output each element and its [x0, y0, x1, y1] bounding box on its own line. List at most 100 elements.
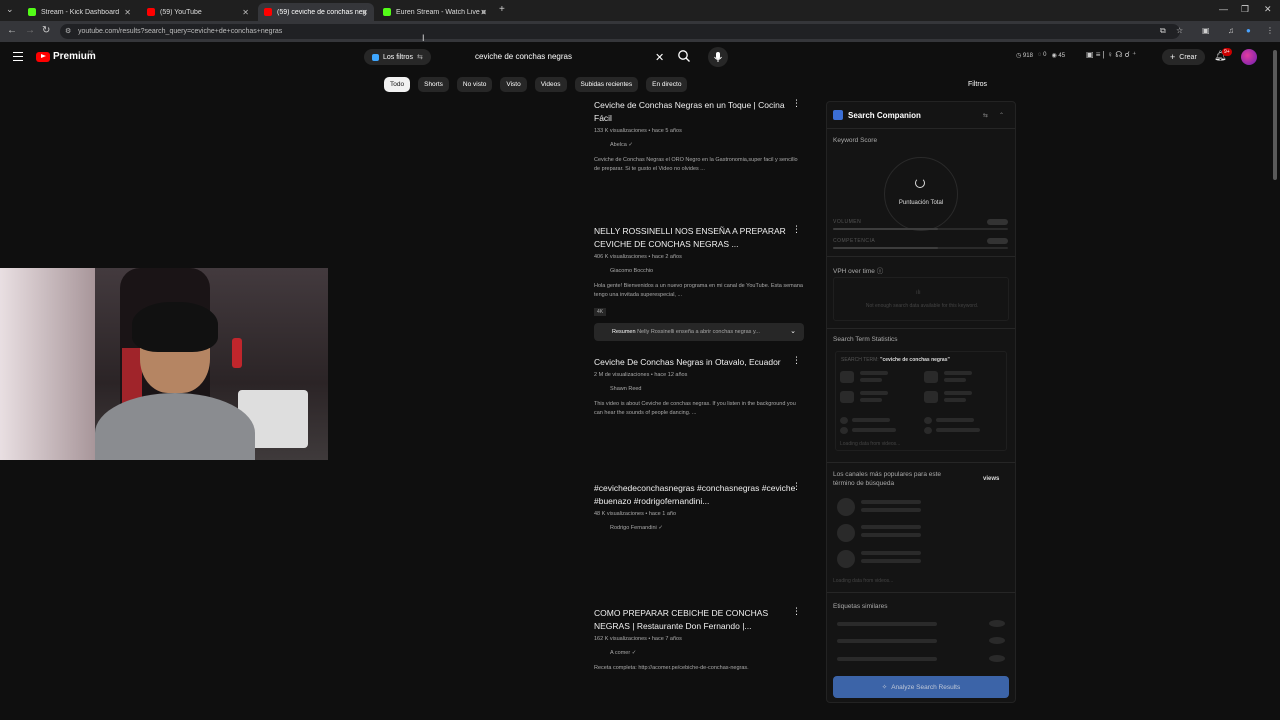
skeleton [936, 418, 974, 422]
url-field[interactable]: ⚙ youtube.com/results?search_query=cevic… [60, 24, 1180, 39]
more-options-icon[interactable]: ⋮ [792, 224, 801, 235]
chip-shorts[interactable]: Shorts [418, 77, 449, 92]
skeleton [924, 391, 938, 403]
skeleton [840, 427, 848, 434]
result-description: This video is about Ceviche de conchas n… [594, 401, 796, 416]
hamburger-menu-icon[interactable] [13, 52, 23, 61]
chip-en-directo[interactable]: En directo [646, 77, 688, 92]
avatar[interactable] [1241, 49, 1257, 65]
close-tab-icon[interactable]: ✕ [124, 8, 131, 17]
skeleton [840, 417, 848, 424]
score-gauge [884, 157, 958, 231]
collapse-icon[interactable]: ⌃ [999, 112, 1004, 119]
ai-summary-bar[interactable]: Resumen Nelly Rossinelli enseña a abrir … [594, 323, 804, 341]
divider [827, 462, 1015, 463]
skeleton [924, 427, 932, 434]
skeleton [860, 371, 888, 375]
more-options-icon[interactable]: ⋮ [792, 355, 801, 366]
browser-menu-icon[interactable]: ⋮ [1266, 26, 1274, 35]
skeleton [861, 559, 921, 563]
verified-icon: ✓ [631, 650, 637, 656]
loading-text: Loading data from videos... [840, 441, 901, 447]
voice-search-button[interactable] [708, 47, 728, 67]
tab-youtube[interactable]: (59) YouTube ✕ [141, 3, 255, 21]
search-result[interactable]: Ceviche de Conchas Negras en un Toque | … [594, 99, 804, 174]
result-channel[interactable]: Shawn Reed [610, 386, 804, 392]
skeleton [989, 637, 1005, 644]
search-input[interactable]: ceviche de conchas negras [470, 48, 672, 66]
scrollbar-thumb[interactable] [1273, 50, 1277, 180]
tab-kick-stream[interactable]: Euren Stream - Watch Live on K ✕ [377, 3, 493, 21]
forward-icon[interactable]: → [25, 25, 35, 36]
more-options-icon[interactable]: ⋮ [792, 481, 801, 492]
result-title[interactable]: #cevichedeconchasnegras #conchasnegras #… [594, 482, 804, 508]
result-title[interactable]: Ceviche De Conchas Negras in Otavalo, Ec… [594, 356, 804, 369]
tab-search-icon[interactable]: ⌄ [6, 4, 14, 15]
volume-bar [833, 228, 1008, 230]
back-icon[interactable]: ← [7, 25, 17, 36]
skeleton [861, 500, 921, 504]
close-tab-icon[interactable]: ✕ [361, 8, 368, 17]
install-app-icon[interactable]: ⧉ [1160, 26, 1166, 36]
chip-visto[interactable]: Visto [500, 77, 527, 92]
result-channel[interactable]: Rodrigo Fernandini ✓ [610, 525, 804, 531]
swap-icon[interactable]: ⇆ [983, 112, 988, 119]
result-meta: 48 K visualizaciones • hace 1 año [594, 511, 677, 517]
search-button[interactable] [677, 49, 693, 65]
result-channel[interactable]: A comer ✓ [610, 650, 804, 656]
filtros-button[interactable]: Filtros [968, 81, 987, 88]
clear-search-icon[interactable]: ✕ [655, 51, 664, 64]
skeleton [860, 391, 888, 395]
maximize-icon[interactable]: ❐ [1241, 4, 1249, 15]
stat-comments: ◌ 0 [1037, 52, 1047, 58]
create-button[interactable]: + Crear [1162, 49, 1205, 65]
skeleton [837, 524, 855, 542]
extensions-icon[interactable]: ▣ [1202, 26, 1210, 35]
chevron-down-icon[interactable]: ⌄ [790, 327, 796, 335]
filters-button[interactable]: Los filtros ⇆ [364, 49, 431, 65]
tab-search-results[interactable]: (59) ceviche de conchas negras ✕ [258, 3, 374, 21]
companion-logo-icon [833, 110, 843, 120]
analyze-search-results-button[interactable]: ✧ Analyze Search Results [833, 676, 1009, 698]
profile-icon[interactable]: ● [1246, 26, 1251, 35]
chip-videos[interactable]: Videos [534, 77, 567, 92]
youtube-premium-logo[interactable]: Premium [36, 51, 96, 62]
result-channel[interactable]: Abelca ✓ [610, 142, 804, 148]
close-tab-icon[interactable]: ✕ [480, 8, 487, 17]
tab-label: (59) YouTube [160, 8, 202, 16]
chip-todo[interactable]: Todo [384, 77, 411, 92]
chip-subidas-recientes[interactable]: Subidas recientes [574, 77, 639, 92]
extension-toolbar-icons[interactable]: ▣ ≡ | ♀ ☊ ☌ ⁺ [1086, 50, 1136, 59]
extension-stats: ◷ 918 ◌ 0 ◉ 45 [1016, 52, 1065, 59]
skeleton [860, 398, 882, 402]
close-window-icon[interactable]: ✕ [1264, 4, 1272, 15]
search-result[interactable]: Ceviche De Conchas Negras in Otavalo, Ec… [594, 356, 804, 418]
result-title[interactable]: NELLY ROSSINELLI NOS ENSEÑA A PREPARAR C… [594, 225, 804, 251]
media-icon[interactable]: ♫ [1228, 26, 1234, 35]
address-bar-row: ← → ↻ ⚙ youtube.com/results?search_query… [0, 21, 1280, 42]
site-info-icon[interactable]: ⚙ [65, 27, 71, 35]
result-title[interactable]: COMO PREPARAR CEBICHE DE CONCHAS NEGRAS … [594, 607, 804, 633]
views-toggle[interactable]: views [983, 476, 999, 482]
search-result[interactable]: COMO PREPARAR CEBICHE DE CONCHAS NEGRAS … [594, 607, 804, 673]
close-tab-icon[interactable]: ✕ [242, 8, 249, 17]
result-title[interactable]: Ceviche de Conchas Negras en un Toque | … [594, 99, 804, 125]
new-tab-button[interactable]: + [499, 4, 505, 15]
stat-watched: ◉ 45 [1051, 53, 1066, 59]
reload-icon[interactable]: ↻ [42, 25, 50, 36]
vph-chart-area: ılı Not enough search data available for… [833, 277, 1009, 321]
more-options-icon[interactable]: ⋮ [792, 98, 801, 109]
minimize-icon[interactable]: — [1219, 4, 1228, 14]
youtube-play-icon [36, 51, 50, 62]
chip-no-visto[interactable]: No visto [456, 77, 493, 92]
companion-title-text: Search Companion [848, 110, 921, 120]
result-channel[interactable]: Giacomo Bocchio [610, 268, 804, 274]
result-description: Hola gente! Bienvenidos a un nuevo progr… [594, 283, 803, 298]
bookmark-star-icon[interactable]: ☆ [1176, 26, 1183, 35]
search-result[interactable]: NELLY ROSSINELLI NOS ENSEÑA A PREPARAR C… [594, 225, 804, 318]
page-scrollbar[interactable] [1270, 42, 1280, 720]
tab-kick-dashboard[interactable]: Stream - Kick Dashboard ✕ [22, 3, 137, 21]
search-result[interactable]: #cevichedeconchasnegras #conchasnegras #… [594, 482, 804, 531]
search-companion-panel: Search Companion ⇆ ⌃ Keyword Score Puntu… [826, 101, 1016, 703]
more-options-icon[interactable]: ⋮ [792, 606, 801, 617]
